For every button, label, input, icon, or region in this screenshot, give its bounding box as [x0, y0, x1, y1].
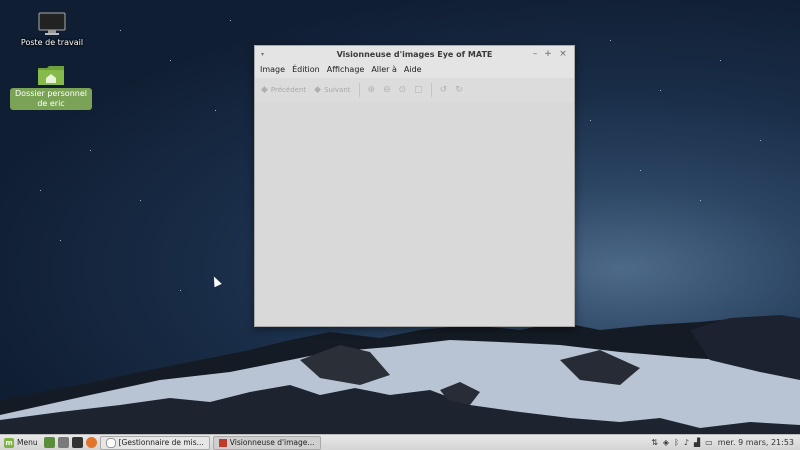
system-tray: ⇅ ◈ ᛒ ♪ ▟ ▭ mer. 9 mars, 21:53 [651, 438, 800, 447]
menu-aller-a[interactable]: Aller à [369, 63, 402, 78]
fullscreen-button[interactable]: ▢ [414, 85, 423, 95]
zoom-in-button[interactable]: ⊕ [368, 85, 376, 95]
previous-button[interactable]: ◆ Précédent [261, 85, 306, 95]
toolbar: ◆ Précédent ◆ Suivant ⊕ ⊖ ⊙ ▢ ↺ ↻ [255, 78, 574, 103]
wifi-signal-icon[interactable]: ▟ [694, 438, 700, 447]
arrow-left-icon: ◆ [261, 85, 268, 95]
task-label: Visionneuse d'image... [229, 438, 315, 447]
desktop-icon-label: Poste de travail [20, 38, 84, 47]
taskbar-item-image-viewer[interactable]: Visionneuse d'image... [212, 435, 321, 450]
battery-icon[interactable]: ▭ [705, 438, 713, 447]
mint-logo-icon: m [4, 437, 14, 448]
toolbar-separator [358, 83, 360, 97]
next-label: Suivant [324, 86, 351, 94]
bottom-panel: m Menu [Gestionnaire de mis... Visionneu… [0, 434, 800, 450]
shield-icon [105, 437, 116, 448]
update-shield-icon[interactable]: ◈ [663, 438, 669, 447]
menubar: Image Édition Affichage Aller à Aide [255, 63, 574, 78]
zoom-fit-button[interactable]: ⊙ [399, 85, 407, 95]
rotate-right-button[interactable]: ↻ [455, 85, 463, 95]
main-menu-button[interactable]: m Menu [0, 437, 44, 448]
image-viewer-icon [218, 438, 227, 447]
firefox-icon[interactable] [85, 437, 97, 448]
desktop-icon-computer[interactable]: Poste de travail [20, 12, 84, 48]
menu-aide[interactable]: Aide [402, 63, 427, 78]
previous-label: Précédent [270, 86, 307, 94]
menu-affichage[interactable]: Affichage [325, 63, 370, 78]
clock[interactable]: mer. 9 mars, 21:53 [718, 438, 794, 447]
zoom-out-button[interactable]: ⊖ [383, 85, 391, 95]
task-label: [Gestionnaire de mis... [118, 438, 204, 447]
home-folder-icon [38, 66, 64, 85]
show-desktop-icon[interactable] [43, 437, 55, 448]
image-viewer-window[interactable]: ▾ Visionneuse d'images Eye of MATE – + ×… [254, 45, 575, 327]
window-title: Visionneuse d'images Eye of MATE [336, 50, 493, 59]
taskbar-item-update-manager[interactable]: [Gestionnaire de mis... [99, 435, 210, 450]
close-button[interactable]: × [558, 49, 568, 59]
menu-label: Menu [17, 438, 38, 447]
terminal-icon[interactable] [71, 437, 83, 448]
zoom-fit-icon: ⊙ [398, 85, 407, 95]
arrow-right-icon: ◆ [314, 85, 322, 95]
menu-edition[interactable]: Édition [290, 63, 325, 78]
zoom-in-icon: ⊕ [367, 85, 376, 95]
monitor-icon [38, 12, 66, 35]
toolbar-separator [430, 83, 432, 97]
zoom-out-icon: ⊖ [383, 85, 391, 95]
maximize-button[interactable]: + [543, 49, 553, 59]
bluetooth-icon[interactable]: ᛒ [674, 438, 679, 447]
rotate-left-icon: ↺ [439, 85, 448, 95]
desktop-icon-home-folder[interactable]: Dossier personnel de eric [10, 64, 92, 110]
next-button[interactable]: ◆ Suivant [314, 85, 350, 95]
rotate-left-button[interactable]: ↺ [440, 85, 448, 95]
fullscreen-icon: ▢ [414, 85, 423, 95]
window-titlebar[interactable]: ▾ Visionneuse d'images Eye of MATE – + × [255, 46, 574, 63]
volume-icon[interactable]: ♪ [684, 438, 689, 447]
image-view-area[interactable] [255, 102, 574, 326]
menu-image[interactable]: Image [258, 63, 290, 78]
rotate-right-icon: ↻ [455, 85, 463, 95]
desktop-icon-label: Dossier personnel de eric [10, 88, 92, 110]
minimize-button[interactable]: – [530, 49, 540, 59]
file-manager-icon[interactable] [57, 437, 69, 448]
network-icon[interactable]: ⇅ [651, 438, 658, 447]
